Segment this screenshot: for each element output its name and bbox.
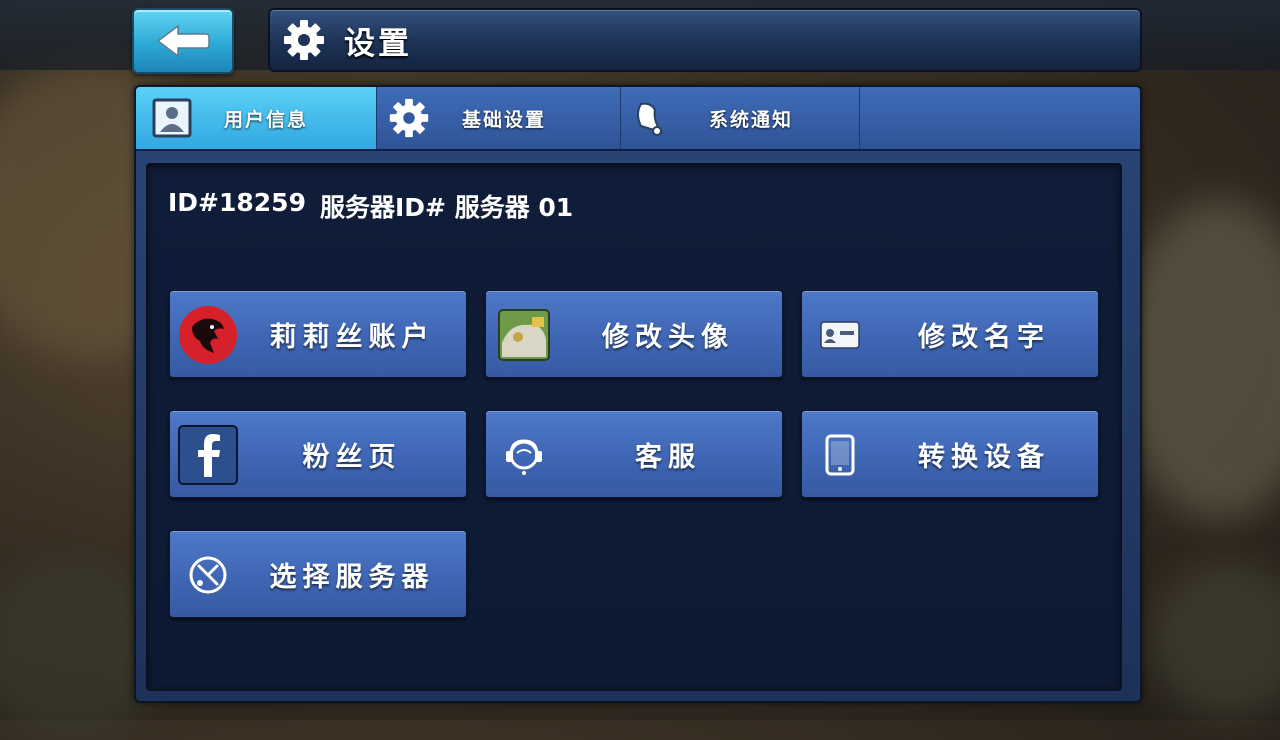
tab-label: 系统通知 bbox=[709, 108, 794, 131]
button-label: 修改头像 bbox=[602, 321, 734, 353]
phone-icon bbox=[825, 434, 855, 476]
button-label: 修改名字 bbox=[918, 321, 1050, 353]
page-title: 设置 bbox=[344, 25, 412, 62]
button-label: 选择服务器 bbox=[269, 561, 435, 593]
id-card-icon bbox=[820, 321, 860, 349]
icon-wrap bbox=[178, 305, 238, 365]
background-blur bbox=[1120, 200, 1280, 520]
icon-wrap bbox=[178, 425, 238, 485]
user-id-line: ID#18259 服务器ID# 服务器 01 bbox=[168, 188, 573, 224]
icon-wrap bbox=[178, 545, 238, 605]
settings-panel: 用户信息 基础设置 系统通知 ID#18259 服务器ID# 服务器 01 莉莉… bbox=[134, 85, 1142, 703]
button-label: 客服 bbox=[635, 441, 701, 473]
title-bar: 设置 bbox=[268, 8, 1142, 72]
tab-bar: 用户信息 基础设置 系统通知 bbox=[136, 87, 1140, 151]
tab-label: 用户信息 bbox=[224, 108, 309, 131]
fan-page-button[interactable]: 粉丝页 bbox=[169, 410, 467, 498]
icon-wrap bbox=[494, 425, 554, 485]
switch-device-button[interactable]: 转换设备 bbox=[801, 410, 1099, 498]
icon-wrap bbox=[810, 305, 870, 365]
tab-basic-settings[interactable]: 基础设置 bbox=[378, 87, 621, 149]
select-server-button[interactable]: 选择服务器 bbox=[169, 530, 467, 618]
change-name-button[interactable]: 修改名字 bbox=[801, 290, 1099, 378]
server-id: 服务器ID# 服务器 01 bbox=[319, 193, 574, 222]
avatar-icon bbox=[498, 309, 550, 361]
bell-icon bbox=[637, 102, 664, 136]
facebook-icon bbox=[178, 425, 238, 485]
change-avatar-button[interactable]: 修改头像 bbox=[485, 290, 783, 378]
gear-icon bbox=[389, 98, 429, 138]
tab-system-notifications[interactable]: 系统通知 bbox=[621, 87, 860, 149]
lilith-logo-icon bbox=[179, 306, 237, 364]
gear-icon bbox=[284, 20, 324, 60]
button-label: 转换设备 bbox=[918, 441, 1050, 473]
user-profile-icon bbox=[152, 98, 192, 138]
user-id: ID#18259 bbox=[168, 188, 306, 217]
icon-wrap bbox=[810, 425, 870, 485]
background-blur bbox=[1150, 560, 1280, 720]
tab-user-info[interactable]: 用户信息 bbox=[136, 87, 377, 149]
customer-service-button[interactable]: 客服 bbox=[485, 410, 783, 498]
button-label: 粉丝页 bbox=[302, 441, 402, 473]
lily-account-button[interactable]: 莉莉丝账户 bbox=[169, 290, 467, 378]
tab-label: 基础设置 bbox=[462, 108, 547, 131]
button-label: 莉莉丝账户 bbox=[269, 321, 435, 353]
user-info-content: ID#18259 服务器ID# 服务器 01 莉莉丝账户 修改头像 修改名字 粉… bbox=[146, 163, 1122, 691]
back-arrow-icon bbox=[156, 24, 210, 58]
back-button[interactable] bbox=[132, 8, 234, 74]
headset-icon bbox=[506, 439, 542, 475]
server-select-icon bbox=[189, 556, 227, 594]
icon-wrap bbox=[494, 305, 554, 365]
